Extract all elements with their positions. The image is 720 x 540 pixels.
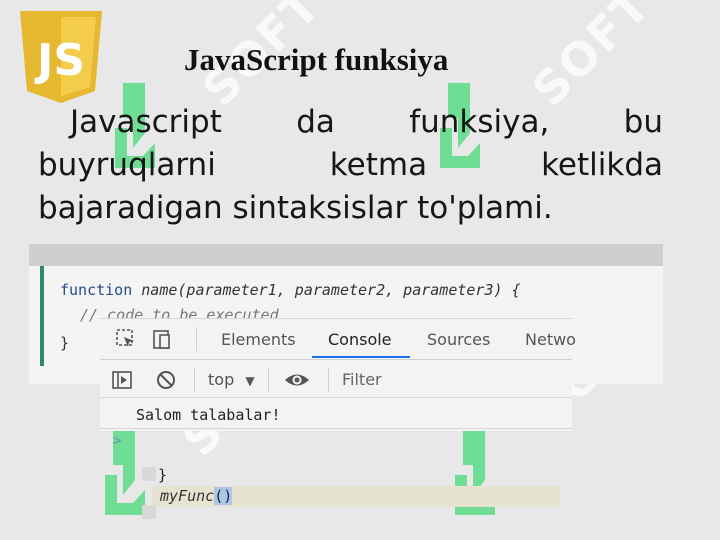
toolbar-divider [196, 327, 197, 351]
watermark-text: SOFT [521, 0, 662, 117]
code-header-bar [29, 244, 663, 266]
paragraph-line: Javascript da funksiya, bu [38, 101, 663, 144]
editor-gutter-marker [142, 467, 156, 481]
code-accent-bar [40, 266, 44, 366]
code-signature: name(parameter1, parameter2, parameter3)… [141, 281, 521, 299]
live-expression-eye-icon[interactable] [284, 370, 310, 390]
paragraph-word: bu [623, 104, 663, 140]
context-selector[interactable]: top ▼ [208, 370, 255, 389]
code-closing-brace: } [60, 334, 70, 352]
console-brace: } [158, 466, 168, 484]
editor-gutter-marker [142, 505, 156, 519]
console-divider [100, 428, 572, 429]
tab-elements[interactable]: Elements [221, 330, 296, 349]
toolbar-divider [268, 368, 269, 392]
dropdown-arrow-icon: ▼ [245, 374, 255, 388]
tab-sources[interactable]: Sources [427, 330, 490, 349]
device-toolbar-icon[interactable] [152, 329, 172, 349]
filter-input[interactable]: Filter [342, 370, 382, 389]
paragraph-word: ketlikda [541, 147, 663, 183]
toolbar-divider [194, 368, 195, 392]
toolbar-divider [328, 368, 329, 392]
definition-paragraph: Javascript da funksiya, bu buyruqlarni k… [38, 101, 663, 230]
tab-console[interactable]: Console [328, 330, 392, 349]
paragraph-text: bajaradigan sintaksislar to'plami. [38, 190, 553, 226]
paragraph-word: buyruqlarni [38, 147, 216, 183]
console-function-call[interactable]: myFunc() [160, 487, 233, 505]
function-call-name: myFunc [160, 487, 215, 505]
paragraph-word: ketma [329, 147, 428, 183]
slide: SOFT SOFT SOFT SOFT JS JavaScript funksi… [0, 0, 720, 540]
show-sidebar-icon[interactable] [112, 370, 132, 390]
console-prompt-chevron: > [113, 433, 122, 449]
active-tab-indicator [312, 356, 410, 358]
paragraph-line: bajaradigan sintaksislar to'plami. [38, 187, 663, 230]
console-toolbar: top ▼ Filter [100, 363, 572, 398]
paragraph-line: buyruqlarni ketma ketlikda [38, 144, 663, 187]
code-keyword: function [60, 281, 133, 299]
devtools-tab-bar: Elements Console Sources Netwo [100, 319, 576, 360]
paragraph-word: da [296, 104, 335, 140]
logo-text: JS [34, 35, 85, 86]
javascript-logo-icon: JS [20, 11, 102, 103]
code-line-signature: function name(parameter1, parameter2, pa… [60, 281, 521, 299]
context-selector-label: top [208, 370, 235, 389]
inspect-element-icon[interactable] [116, 329, 136, 349]
function-call-parens: () [214, 487, 233, 505]
clear-console-icon[interactable] [156, 370, 176, 390]
paragraph-word: Javascript [70, 104, 222, 140]
paragraph-word: funksiya, [409, 104, 550, 140]
console-output: Salom talabalar! [136, 406, 281, 424]
tab-network[interactable]: Netwo [525, 330, 576, 349]
page-title: JavaScript funksiya [184, 42, 449, 77]
